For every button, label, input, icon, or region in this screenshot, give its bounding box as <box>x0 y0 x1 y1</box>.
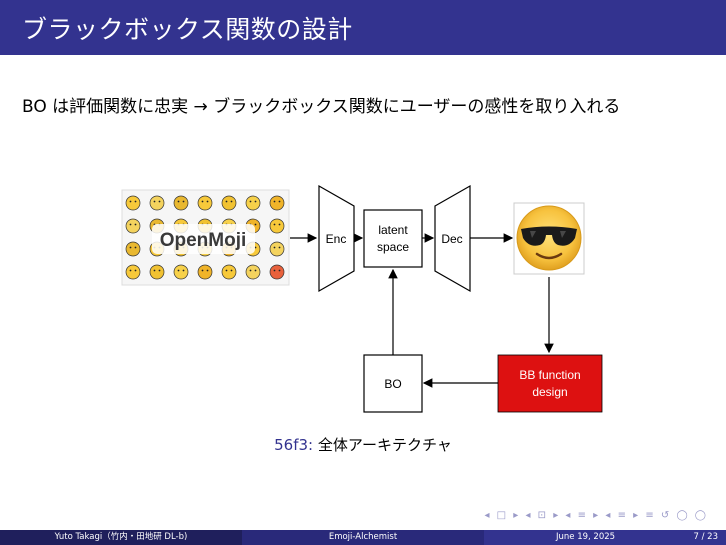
footer-date: June 19, 2025 <box>556 532 616 542</box>
emoji-eye <box>134 246 137 249</box>
emoji-face-icon <box>125 195 141 211</box>
emoji-eye <box>278 200 281 203</box>
emoji-eye <box>129 223 132 226</box>
emoji-face-icon <box>245 195 261 211</box>
emoji-eye <box>273 269 276 272</box>
emoji-eye <box>278 223 281 226</box>
emoji-eye <box>273 223 276 226</box>
emoji-eye <box>254 269 257 272</box>
emoji-eye <box>201 200 204 203</box>
emoji-eye <box>249 200 252 203</box>
emoji-eye <box>254 200 257 203</box>
emoji-eye <box>278 269 281 272</box>
emoji-eye <box>249 269 252 272</box>
footer-page-number: 7 / 23 <box>693 532 719 542</box>
latent-label-line1: latent <box>378 223 408 237</box>
emoji-eye <box>278 246 281 249</box>
emoji-eye <box>182 269 185 272</box>
emoji-face-icon <box>197 264 213 280</box>
smiling-face-with-sunglasses-icon <box>513 202 585 275</box>
emoji-eye <box>206 269 209 272</box>
bo-label: BO <box>384 377 401 391</box>
bb-label-line1: BB function <box>519 368 580 382</box>
emoji-eye <box>177 200 180 203</box>
emoji-eye <box>225 200 228 203</box>
emoji-face-icon <box>269 241 285 257</box>
emoji-eye <box>129 246 132 249</box>
emoji-eye <box>158 269 161 272</box>
emoji-face-icon <box>269 218 285 234</box>
encoder-label: Enc <box>326 232 347 246</box>
emoji-eye <box>153 200 156 203</box>
footer-right: June 19, 2025 7 / 23 <box>484 530 726 545</box>
emoji-grid-image: OpenMoji <box>121 189 290 286</box>
emoji-face-icon <box>149 264 165 280</box>
emoji-eye <box>182 200 185 203</box>
emoji-eye <box>273 246 276 249</box>
emoji-face-icon <box>269 195 285 211</box>
emoji-face-icon <box>221 195 237 211</box>
figure-number: 56f3: <box>274 436 314 454</box>
emoji-face-icon <box>125 264 141 280</box>
emoji-eye <box>134 269 137 272</box>
footer-title: Emoji-Alchemist <box>242 530 484 545</box>
emoji-eye <box>273 200 276 203</box>
footer: Yuto Takagi（竹内・田地研 DL-b) Emoji-Alchemist… <box>0 530 726 545</box>
latent-space-box <box>363 209 423 268</box>
emoji-face-icon <box>125 218 141 234</box>
emoji-face-icon <box>173 195 189 211</box>
emoji-eye <box>230 200 233 203</box>
emoji-face-icon <box>149 195 165 211</box>
emoji-eye <box>129 200 132 203</box>
emoji-eye <box>129 269 132 272</box>
emoji-face-icon <box>269 264 285 280</box>
beamer-navigation-icons[interactable]: ◂ □ ▸ ◂ ⊡ ▸ ◂ ≡ ▸ ◂ ≡ ▸ ≡ ↺ ◯ ◯ <box>484 510 708 521</box>
emoji-face-icon <box>221 264 237 280</box>
figure-caption-text: 全体アーキテクチャ <box>317 436 452 454</box>
emoji-eye <box>206 200 209 203</box>
emoji-eye <box>153 269 156 272</box>
openmoji-logo: OpenMoji <box>160 230 247 251</box>
emoji-face-icon <box>245 264 261 280</box>
emoji-face-icon <box>125 241 141 257</box>
emoji-eye <box>201 269 204 272</box>
emoji-eye <box>158 200 161 203</box>
latent-label-line2: space <box>377 240 409 254</box>
emoji-face-icon <box>173 264 189 280</box>
emoji-face-icon <box>197 195 213 211</box>
emoji-eye <box>134 223 137 226</box>
architecture-diagram: OpenMoji Enc latent space Dec BB functio… <box>121 184 603 413</box>
emoji-eye <box>134 200 137 203</box>
emoji-eye <box>177 269 180 272</box>
emoji-eye <box>254 223 257 226</box>
footer-author: Yuto Takagi（竹内・田地研 DL-b) <box>0 530 242 545</box>
emoji-eye <box>225 269 228 272</box>
figure-caption: 56f3: 全体アーキテクチャ <box>0 434 726 455</box>
bb-label-line2: design <box>532 385 567 399</box>
emoji-eye <box>230 269 233 272</box>
decoder-label: Dec <box>441 232 462 246</box>
bb-function-design-box <box>497 354 603 413</box>
